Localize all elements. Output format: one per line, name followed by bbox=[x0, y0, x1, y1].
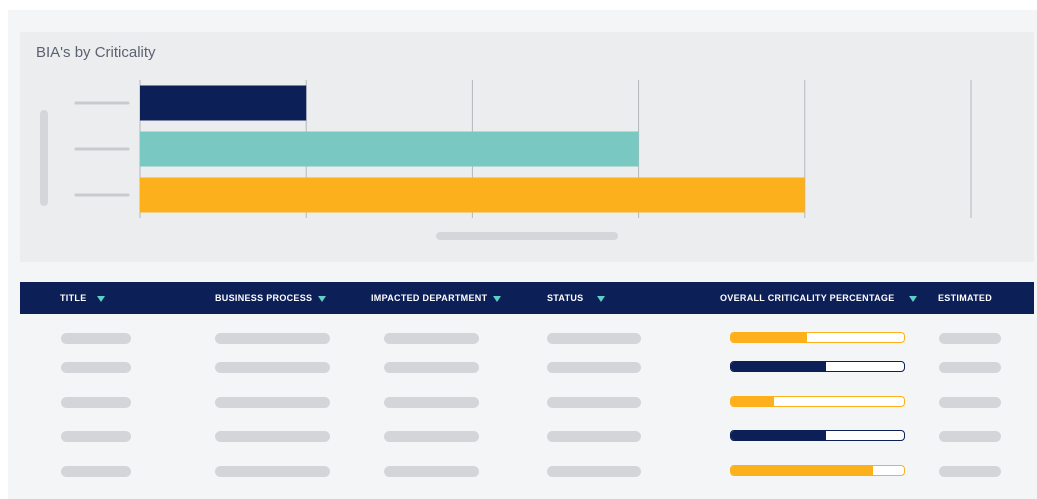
column-header-business-process[interactable]: BUSINESS PROCESS bbox=[215, 282, 327, 314]
column-header-label: STATUS bbox=[547, 293, 584, 303]
chart-bar[interactable] bbox=[140, 85, 307, 121]
business-process-cell-placeholder bbox=[215, 333, 330, 344]
status-cell-placeholder bbox=[547, 466, 641, 477]
chart-bar[interactable] bbox=[140, 131, 639, 167]
column-header-label: BUSINESS PROCESS bbox=[215, 293, 313, 303]
business-process-cell-placeholder bbox=[215, 397, 330, 408]
sort-down-triangle-icon[interactable] bbox=[318, 295, 327, 302]
column-header-criticality[interactable]: OVERALL CRITICALITY PERCENTAGE bbox=[720, 282, 917, 314]
sort-down-triangle-icon[interactable] bbox=[493, 295, 502, 302]
estimated-cell-placeholder bbox=[939, 431, 1001, 442]
criticality-progress-fill bbox=[731, 431, 827, 440]
criticality-progress-fill bbox=[731, 466, 873, 475]
sort-down-triangle-icon[interactable] bbox=[96, 295, 105, 302]
column-header-label: TITLE bbox=[60, 293, 87, 303]
impacted-department-cell-placeholder bbox=[384, 431, 479, 442]
impacted-department-cell-placeholder bbox=[384, 466, 479, 477]
title-cell-placeholder bbox=[61, 466, 131, 477]
chart-panel: BIA's by Criticality bbox=[20, 32, 1034, 262]
chart-vertical-scrollbar[interactable] bbox=[40, 110, 48, 206]
title-cell-placeholder bbox=[61, 431, 131, 442]
estimated-cell-placeholder bbox=[939, 466, 1001, 477]
title-cell-placeholder bbox=[61, 333, 131, 344]
chart-bar[interactable] bbox=[140, 177, 805, 213]
status-cell-placeholder bbox=[547, 397, 641, 408]
criticality-progress-fill bbox=[731, 397, 775, 406]
column-header-impacted-department[interactable]: IMPACTED DEPARTMENT bbox=[371, 282, 502, 314]
impacted-department-cell-placeholder bbox=[384, 333, 479, 344]
table-row[interactable] bbox=[20, 425, 1034, 447]
business-process-cell-placeholder bbox=[215, 362, 330, 373]
column-header-label: ESTIMATED bbox=[938, 293, 993, 303]
estimated-cell-placeholder bbox=[939, 362, 1001, 373]
estimated-cell-placeholder bbox=[939, 397, 1001, 408]
column-header-title[interactable]: TITLE bbox=[60, 282, 105, 314]
criticality-progress-bar bbox=[730, 332, 905, 343]
table-header: TITLE BUSINESS PROCESS IMPACTED DEPARTME… bbox=[20, 282, 1034, 314]
criticality-progress-bar bbox=[730, 361, 905, 372]
criticality-progress-bar bbox=[730, 465, 905, 476]
impacted-department-cell-placeholder bbox=[384, 362, 479, 373]
criticality-progress-bar bbox=[730, 430, 905, 441]
column-header-status[interactable]: STATUS bbox=[547, 282, 606, 314]
impacted-department-cell-placeholder bbox=[384, 397, 479, 408]
criticality-progress-bar bbox=[730, 396, 905, 407]
table-row[interactable] bbox=[20, 460, 1034, 482]
sort-down-triangle-icon[interactable] bbox=[597, 295, 606, 302]
table-row[interactable] bbox=[20, 327, 1034, 349]
business-process-cell-placeholder bbox=[215, 431, 330, 442]
estimated-cell-placeholder bbox=[939, 333, 1001, 344]
business-process-cell-placeholder bbox=[215, 466, 330, 477]
bar-chart bbox=[74, 80, 972, 218]
table-body bbox=[20, 314, 1034, 489]
status-cell-placeholder bbox=[547, 431, 641, 442]
table-row[interactable] bbox=[20, 356, 1034, 378]
column-header-estimated[interactable]: ESTIMATED bbox=[938, 282, 992, 314]
title-cell-placeholder bbox=[61, 362, 131, 373]
criticality-progress-fill bbox=[731, 333, 808, 342]
status-cell-placeholder bbox=[547, 333, 641, 344]
status-cell-placeholder bbox=[547, 362, 641, 373]
column-header-label: OVERALL CRITICALITY PERCENTAGE bbox=[720, 293, 895, 303]
sort-down-triangle-icon[interactable] bbox=[908, 295, 917, 302]
chart-horizontal-scrollbar[interactable] bbox=[436, 232, 618, 240]
column-header-label: IMPACTED DEPARTMENT bbox=[371, 293, 488, 303]
title-cell-placeholder bbox=[61, 397, 131, 408]
table-row[interactable] bbox=[20, 391, 1034, 413]
criticality-progress-fill bbox=[731, 362, 827, 371]
